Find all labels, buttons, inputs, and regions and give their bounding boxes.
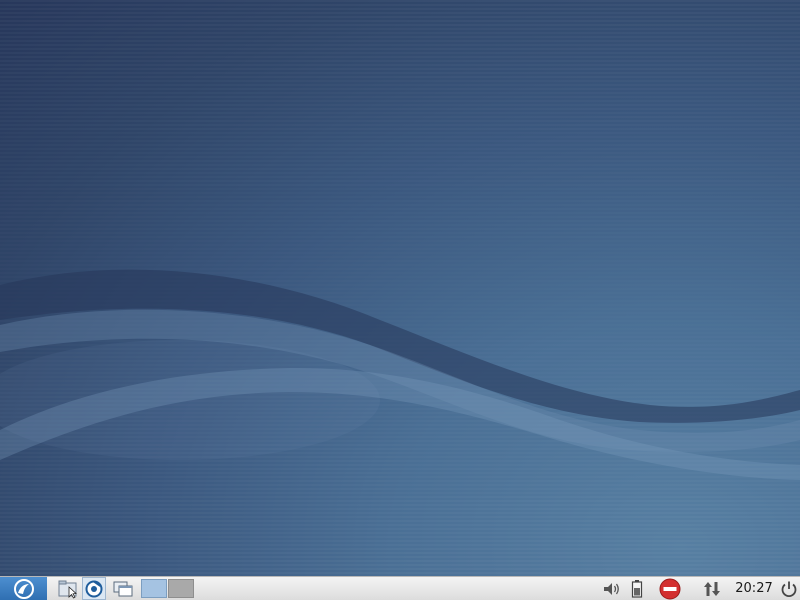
workspace-1-button[interactable] [141, 579, 167, 598]
status-button[interactable] [656, 577, 684, 600]
battery-icon [631, 579, 643, 599]
show-desktop-button[interactable] [110, 577, 136, 600]
power-icon [780, 580, 798, 598]
wallpaper-waves [0, 0, 800, 576]
workspace-2-button[interactable] [168, 579, 194, 598]
browser-icon [85, 580, 103, 598]
volume-button[interactable] [599, 577, 625, 600]
menu-button[interactable] [0, 577, 47, 600]
network-button[interactable] [700, 577, 724, 600]
battery-button[interactable] [628, 577, 646, 600]
file-manager-icon [57, 579, 79, 599]
browser-launcher[interactable] [82, 577, 106, 600]
file-manager-launcher[interactable] [56, 577, 80, 600]
lxde-menu-icon [13, 578, 35, 600]
power-button[interactable] [777, 577, 800, 600]
volume-icon [601, 580, 623, 598]
stop-icon [659, 578, 681, 600]
taskbar: 20:27 [0, 576, 800, 600]
show-desktop-icon [112, 580, 134, 598]
desktop-wallpaper [0, 0, 800, 576]
clock[interactable]: 20:27 [733, 577, 775, 600]
network-transfer-icon [702, 579, 722, 599]
